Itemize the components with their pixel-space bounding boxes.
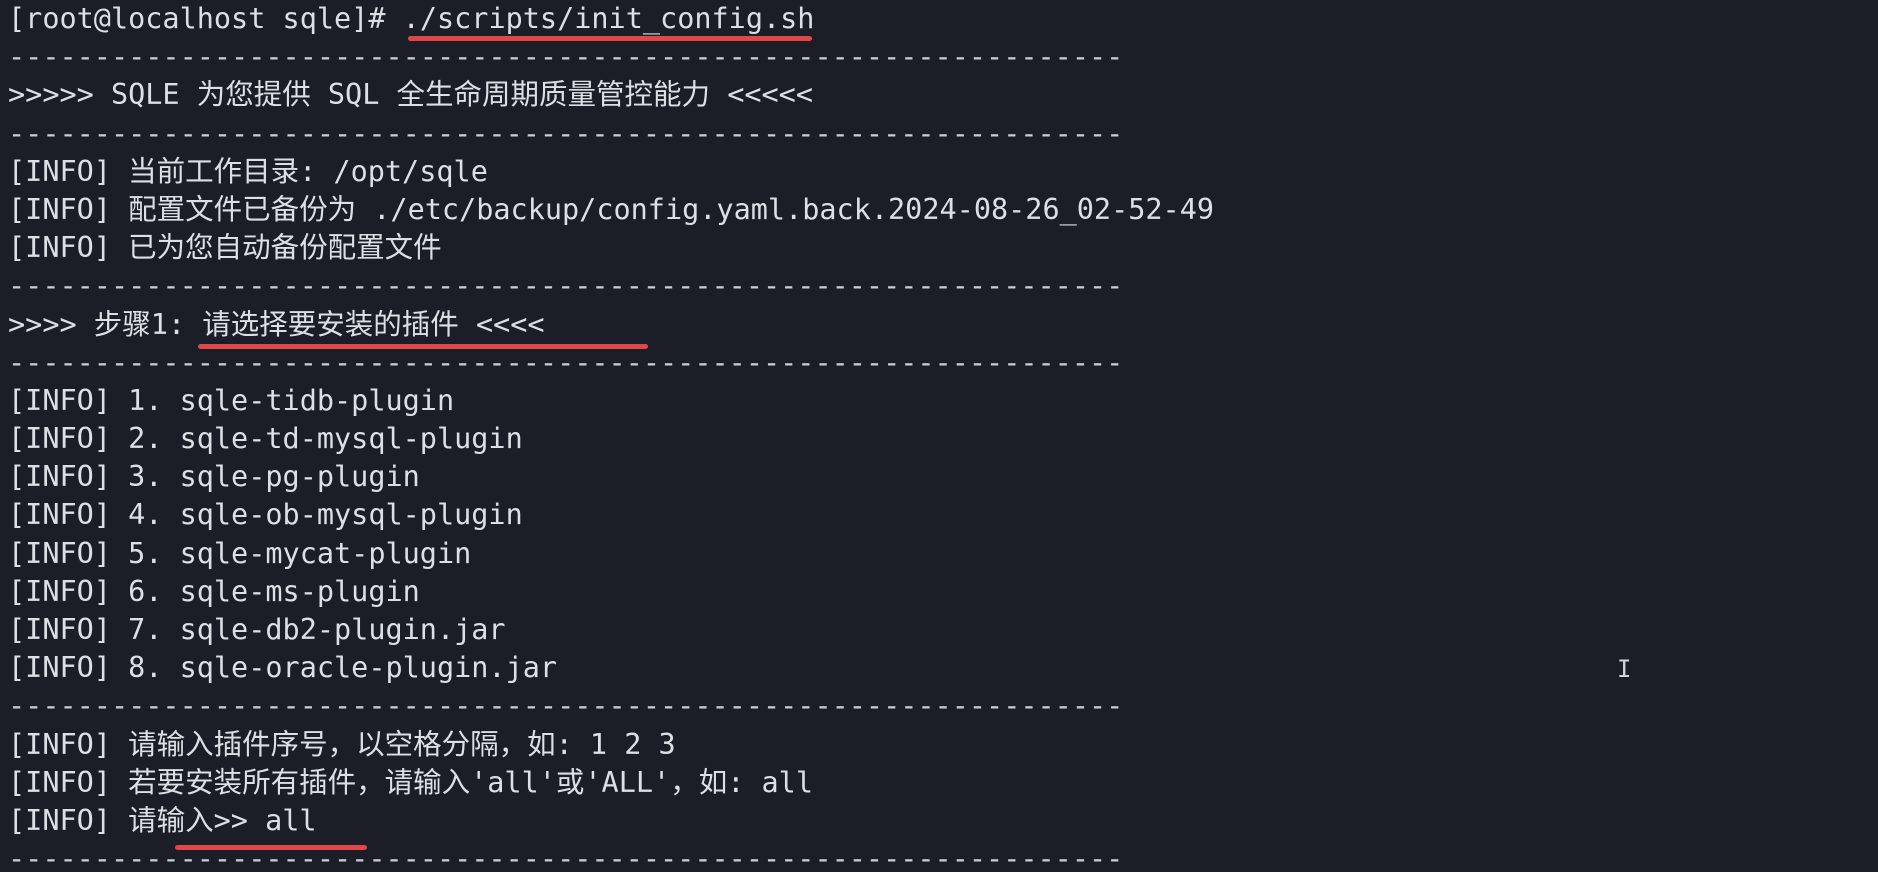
terminal-window[interactable]: [root@localhost sqle]# ./scripts/init_co… xyxy=(0,0,1878,872)
step-prefix: >>>> 步骤1: xyxy=(8,307,203,341)
separator: ----------------------------------------… xyxy=(8,40,1124,74)
plugin-list-item: [INFO] 7. sqle-db2-plugin.jar xyxy=(8,613,506,646)
command-line: [root@localhost sqle]# ./scripts/init_co… xyxy=(8,0,1878,38)
shell-prompt: [root@localhost sqle]# xyxy=(8,2,403,35)
hint-line: [INFO] 若要安装所有插件，请输入'all'或'ALL'，如: all xyxy=(8,765,813,799)
plugin-list-item: [INFO] 8. sqle-oracle-plugin.jar xyxy=(8,651,558,685)
input-line[interactable]: [INFO] 请输入>> all xyxy=(8,802,1878,840)
step-title: 请选择要安装的插件 xyxy=(202,307,459,341)
input-prompt: 请输入>> xyxy=(128,803,266,837)
separator: ----------------------------------------… xyxy=(8,269,1124,303)
input-prefix: [INFO] xyxy=(8,803,129,837)
input-underline xyxy=(175,845,367,850)
step-suffix: <<<< xyxy=(458,307,545,341)
hint-line: [INFO] 请输入插件序号，以空格分隔，如: 1 2 3 xyxy=(8,727,676,761)
info-line: [INFO] 配置文件已备份为 ./etc/backup/config.yaml… xyxy=(8,192,1215,226)
plugin-list-item: [INFO] 6. sqle-ms-plugin xyxy=(8,574,420,608)
banner-line: >>>>> SQLE 为您提供 SQL 全生命周期质量管控能力 <<<<< xyxy=(8,78,813,112)
input-value[interactable]: all xyxy=(265,804,316,837)
info-line: [INFO] 当前工作目录: /opt/sqle xyxy=(8,154,488,188)
plugin-list-item: [INFO] 5. sqle-mycat-plugin xyxy=(8,536,472,570)
step-heading: >>>> 步骤1: 请选择要安装的插件 <<<< xyxy=(8,306,1878,344)
text-cursor-icon: I xyxy=(1617,655,1632,683)
executed-command: ./scripts/init_config.sh xyxy=(402,2,815,35)
plugin-list-item: [INFO] 3. sqle-pg-plugin xyxy=(8,460,420,494)
step-title-underline xyxy=(198,344,648,349)
command-underline xyxy=(408,36,812,41)
separator: ----------------------------------------… xyxy=(8,116,1124,150)
separator: ----------------------------------------… xyxy=(8,345,1124,379)
plugin-list-item: [INFO] 2. sqle-td-mysql-plugin xyxy=(8,422,523,456)
plugin-list-item: [INFO] 4. sqle-ob-mysql-plugin xyxy=(8,498,523,532)
separator: ----------------------------------------… xyxy=(8,689,1124,723)
plugin-list-item: [INFO] 1. sqle-tidb-plugin xyxy=(8,383,455,417)
info-line: [INFO] 已为您自动备份配置文件 xyxy=(8,231,442,265)
